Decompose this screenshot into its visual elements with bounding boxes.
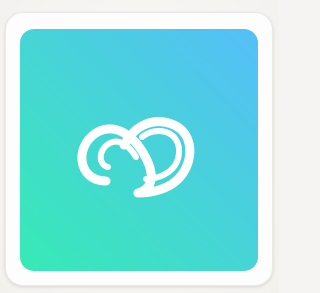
app-icon-graphic <box>20 29 258 271</box>
app-icon[interactable] <box>20 29 258 271</box>
